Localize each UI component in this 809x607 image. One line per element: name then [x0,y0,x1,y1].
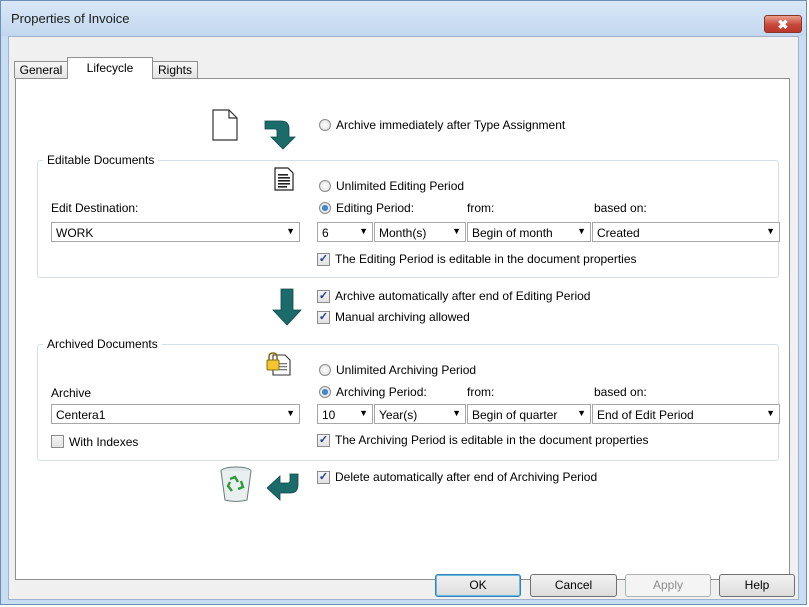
dropdown-arrow-icon: ▼ [359,226,368,236]
document-icon [212,109,238,141]
archive-immediately-radio[interactable] [319,119,331,131]
dropdown-arrow-icon: ▼ [286,408,295,418]
archiving-period-label: Archiving Period: [336,385,427,399]
archived-documents-title: Archived Documents [43,337,162,351]
tab-rights[interactable]: Rights [152,61,198,78]
with-indexes-label: With Indexes [69,435,139,449]
archive-select[interactable]: Centera1 ▼ [51,404,300,424]
archiving-from-select[interactable]: Begin of quarter ▼ [467,404,591,424]
ok-button[interactable]: OK [435,574,521,597]
cancel-button[interactable]: Cancel [530,574,617,597]
dropdown-arrow-icon: ▼ [452,226,461,236]
window-title: Properties of Invoice [11,11,130,26]
dropdown-arrow-icon: ▼ [577,226,586,236]
archiving-editable-checkbox[interactable]: ✓ [317,434,330,447]
dialog-client: General Lifecycle Rights Archive immedia… [8,36,799,600]
editing-based-on-select[interactable]: Created ▼ [592,222,780,242]
help-button[interactable]: Help [719,574,795,597]
archive-automatically-label: Archive automatically after end of Editi… [335,289,591,303]
delete-automatically-label: Delete automatically after end of Archiv… [335,470,598,484]
archiving-from-label: from: [467,385,495,399]
dropdown-arrow-icon: ▼ [766,408,775,418]
dropdown-arrow-icon: ▼ [359,408,368,418]
archiving-based-on-select[interactable]: End of Edit Period ▼ [592,404,780,424]
recycle-bin-icon [220,466,252,502]
unlimited-archiving-radio[interactable] [319,364,331,376]
close-button[interactable]: ✖ [764,15,802,33]
editing-editable-checkbox[interactable]: ✓ [317,253,330,266]
unlimited-editing-radio[interactable] [319,180,331,192]
editing-from-select[interactable]: Begin of month ▼ [467,222,591,242]
locked-document-icon [266,352,291,376]
manual-archiving-checkbox[interactable]: ✓ [317,311,330,324]
properties-dialog: Properties of Invoice ✖ General Lifecycl… [0,0,807,605]
apply-button[interactable]: Apply [625,574,711,597]
edit-destination-select[interactable]: WORK ▼ [51,222,300,242]
edit-document-icon [274,167,294,191]
title-bar[interactable]: Properties of Invoice ✖ [1,1,806,36]
archive-label: Archive [51,386,92,400]
editing-period-radio[interactable] [319,202,331,214]
tab-lifecycle[interactable]: Lifecycle [67,57,153,79]
editing-unit-select[interactable]: Month(s) ▼ [374,222,466,242]
curved-arrow-left-icon [266,473,299,501]
editable-documents-title: Editable Documents [43,153,159,167]
editing-editable-label: The Editing Period is editable in the do… [335,252,637,266]
archiving-period-select[interactable]: 10 ▼ [317,404,373,424]
unlimited-editing-label: Unlimited Editing Period [336,179,465,193]
archive-automatically-checkbox[interactable]: ✓ [317,290,330,303]
archiving-period-radio[interactable] [319,386,331,398]
edit-destination-label: Edit Destination: [51,201,139,215]
archiving-editable-label: The Archiving Period is editable in the … [335,433,649,447]
editing-period-label: Editing Period: [336,201,415,215]
lifecycle-panel: Archive immediately after Type Assignmen… [15,78,790,580]
with-indexes-checkbox[interactable] [51,435,64,448]
dropdown-arrow-icon: ▼ [577,408,586,418]
unlimited-archiving-label: Unlimited Archiving Period [336,363,477,377]
archiving-unit-select[interactable]: Year(s) ▼ [374,404,466,424]
archiving-based-on-label: based on: [594,385,647,399]
editing-from-label: from: [467,201,495,215]
arrow-down-icon [272,288,302,326]
delete-automatically-checkbox[interactable]: ✓ [317,471,330,484]
dropdown-arrow-icon: ▼ [452,408,461,418]
archive-immediately-label: Archive immediately after Type Assignmen… [336,118,566,132]
curved-arrow-down-icon [264,120,296,150]
manual-archiving-label: Manual archiving allowed [335,310,470,324]
dropdown-arrow-icon: ▼ [286,226,295,236]
tab-general[interactable]: General [14,61,68,78]
dropdown-arrow-icon: ▼ [766,226,775,236]
editing-period-select[interactable]: 6 ▼ [317,222,373,242]
editing-based-on-label: based on: [594,201,647,215]
